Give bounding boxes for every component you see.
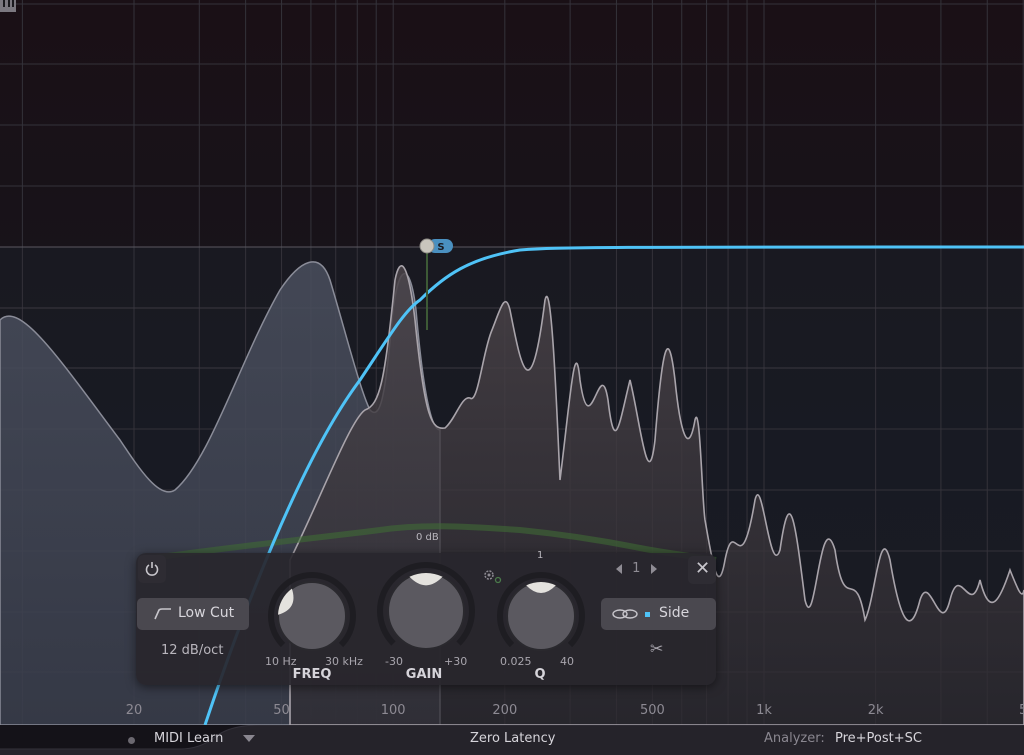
q-max-label: 40	[560, 655, 574, 668]
freq-axis-label: 2k	[867, 703, 884, 718]
freq-axis-label: 500	[639, 703, 665, 718]
next-band-icon[interactable]	[650, 563, 657, 574]
q-knob[interactable]	[496, 571, 586, 661]
filter-shape-button[interactable]: Low Cut	[137, 598, 249, 630]
gain-label: GAIN	[405, 667, 443, 682]
piano-icon[interactable]	[0, 0, 16, 12]
q-min-label: 0.025	[500, 655, 532, 668]
analyzer-label: Analyzer:	[764, 731, 825, 746]
stereo-placement-button[interactable]: Side	[601, 598, 716, 630]
latency-mode-button[interactable]: Zero Latency	[470, 731, 555, 746]
band-panel: Low Cut 12 dB/oct 10 Hz 30 kHz FREQ 0 dB…	[136, 532, 716, 685]
midi-learn-indicator	[128, 737, 135, 744]
gain-max-label: +30	[444, 655, 468, 668]
power-icon	[145, 562, 159, 576]
freq-label: FREQ	[292, 667, 332, 682]
prev-band-icon[interactable]	[616, 563, 622, 574]
close-band-button[interactable]: ✕	[688, 556, 716, 584]
band-number: 1	[632, 561, 641, 576]
scissors-icon[interactable]: ✂	[650, 639, 663, 658]
band-power-button[interactable]	[138, 555, 166, 583]
analyzer-mode-button[interactable]: Pre+Post+SC	[835, 731, 922, 746]
filter-shape-label: Low Cut	[178, 605, 235, 621]
stereo-indicator-dot	[645, 612, 650, 617]
band-badge-label: S	[437, 242, 444, 253]
q-center-label: 1	[537, 550, 544, 561]
freq-axis-label: 200	[492, 703, 518, 718]
freq-knob[interactable]	[267, 571, 357, 661]
gain-min-label: -30	[385, 655, 403, 668]
stereo-mode-label: Side	[659, 605, 690, 621]
freq-axis-label: 5	[1019, 703, 1024, 718]
link-icon	[612, 609, 638, 619]
low-cut-icon	[154, 608, 171, 620]
gain-center-label: 0 dB	[416, 532, 439, 543]
midi-learn-button[interactable]: MIDI Learn	[154, 731, 223, 746]
freq-axis-label: 100	[380, 703, 406, 718]
band-node-handle[interactable]	[419, 238, 435, 254]
freq-axis-label: 1k	[756, 703, 772, 718]
q-label: Q	[534, 667, 546, 682]
gain-knob[interactable]	[376, 561, 476, 661]
freq-axis-label: 20	[125, 703, 143, 718]
status-bar: MIDI Learn Zero Latency Analyzer: Pre+Po…	[0, 725, 1024, 755]
freq-axis-label: 50	[273, 703, 290, 718]
close-icon: ✕	[695, 558, 711, 579]
band-navigator: 1	[616, 561, 657, 576]
slope-selector[interactable]: 12 dB/oct	[161, 643, 223, 658]
midi-learn-dropdown-icon[interactable]	[243, 735, 255, 742]
